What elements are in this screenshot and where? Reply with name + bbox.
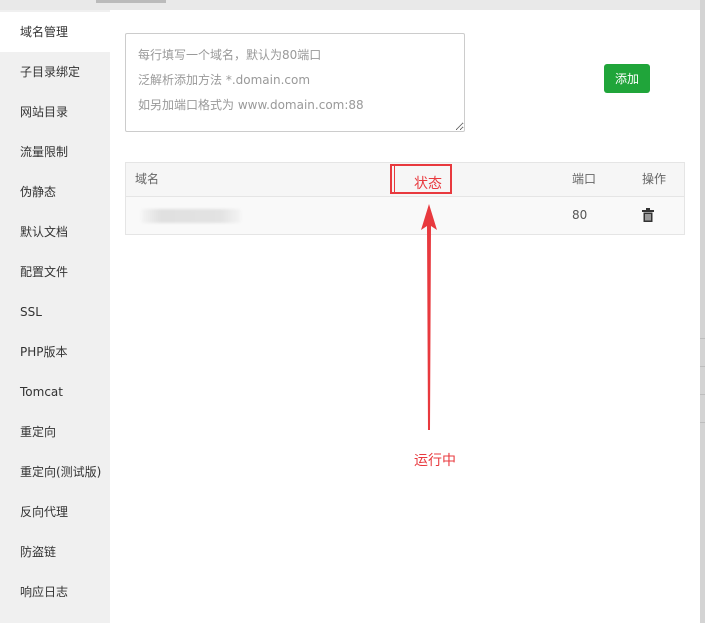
annotation-arrow-up-icon — [421, 204, 437, 430]
column-header-domain: 域名 — [135, 172, 160, 186]
window-top-strip — [0, 0, 705, 10]
sidebar-item-hotlink-protection[interactable]: 防盗链 — [0, 532, 110, 572]
domain-input[interactable] — [125, 33, 465, 132]
title-remnant — [96, 0, 166, 3]
sidebar-item-domain-management[interactable]: 域名管理 — [0, 12, 110, 52]
sidebar: 域名管理 子目录绑定 网站目录 流量限制 伪静态 默认文档 配置文件 SSL P… — [0, 10, 110, 623]
sidebar-item-default-document[interactable]: 默认文档 — [0, 212, 110, 252]
sidebar-item-rewrite[interactable]: 伪静态 — [0, 172, 110, 212]
backdrop-tick — [700, 422, 705, 423]
table-row: 80 — [126, 197, 684, 234]
domain-cell-redacted — [141, 209, 241, 223]
column-header-action: 操作 — [642, 172, 667, 186]
sidebar-item-tomcat[interactable]: Tomcat — [0, 372, 110, 412]
trash-icon-glyph — [642, 208, 654, 222]
add-domain-button[interactable]: 添加 — [604, 64, 650, 93]
backdrop-edge — [700, 0, 705, 623]
sidebar-item-response-log[interactable]: 响应日志 — [0, 572, 110, 612]
sidebar-item-config-file[interactable]: 配置文件 — [0, 252, 110, 292]
sidebar-item-site-directory[interactable]: 网站目录 — [0, 92, 110, 132]
column-header-port: 端口 — [572, 172, 597, 186]
main-panel: 添加 域名 端口 操作 80 — [110, 10, 700, 623]
sidebar-item-redirect-beta[interactable]: 重定向(测试版) — [0, 452, 110, 492]
trash-icon[interactable] — [642, 208, 654, 222]
sidebar-item-redirect[interactable]: 重定向 — [0, 412, 110, 452]
sidebar-item-php-version[interactable]: PHP版本 — [0, 332, 110, 372]
sidebar-item-ssl[interactable]: SSL — [0, 292, 110, 332]
port-cell: 80 — [572, 208, 588, 222]
annotation-status-label: 状态 — [414, 176, 442, 192]
annotation-caption-running: 运行中 — [414, 453, 456, 469]
sidebar-item-reverse-proxy[interactable]: 反向代理 — [0, 492, 110, 532]
backdrop-tick — [700, 366, 705, 367]
backdrop-tick — [700, 394, 705, 395]
sidebar-item-subdirectory-binding[interactable]: 子目录绑定 — [0, 52, 110, 92]
backdrop-tick — [700, 338, 705, 339]
annotation-box-inner-line — [394, 166, 395, 192]
sidebar-item-traffic-limit[interactable]: 流量限制 — [0, 132, 110, 172]
